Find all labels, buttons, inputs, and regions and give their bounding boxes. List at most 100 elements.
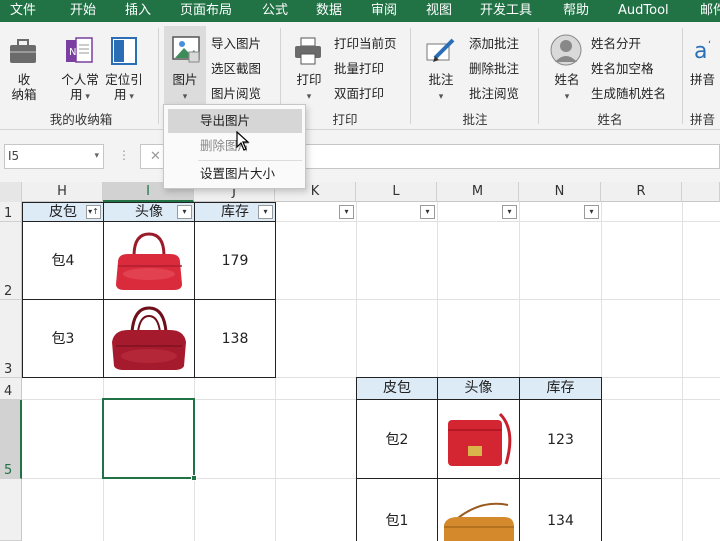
filter-dropdown-icon[interactable]: ▾ bbox=[339, 205, 354, 219]
chevron-down-icon: ▾ bbox=[82, 92, 90, 102]
maroon-handbag-image[interactable] bbox=[104, 300, 194, 377]
select-all-corner[interactable] bbox=[0, 182, 22, 202]
collect-box-button[interactable]: 收 纳箱 bbox=[6, 72, 42, 102]
row-header-5[interactable]: 5 bbox=[0, 400, 22, 479]
tab-help[interactable]: 帮助 bbox=[563, 0, 589, 22]
filter-dropdown-icon[interactable]: ▾ bbox=[420, 205, 435, 219]
column-header-h[interactable]: H bbox=[22, 182, 103, 202]
column-header-m[interactable]: M bbox=[437, 182, 519, 202]
collect-box-label: 收 纳箱 bbox=[11, 72, 37, 102]
filter-dropdown-icon[interactable]: ▾ bbox=[502, 205, 517, 219]
comment-button[interactable]: 批注 ▾ bbox=[420, 72, 462, 105]
split-name-button[interactable]: 姓名分开 bbox=[591, 36, 641, 52]
menu-item-set-picture-size[interactable]: 设置图片大小 bbox=[168, 162, 302, 186]
pinyin-button[interactable]: 拼音 bbox=[690, 72, 720, 87]
tab-insert[interactable]: 插入 bbox=[125, 0, 151, 22]
formula-bar: I5 ▾ ⋮ ✕ bbox=[0, 130, 720, 182]
name-add-space-button[interactable]: 姓名加空格 bbox=[591, 61, 654, 77]
group-label-my-box: 我的收纳箱 bbox=[49, 112, 113, 127]
table2-cell-image[interactable] bbox=[437, 478, 520, 541]
add-comment-button[interactable]: 添加批注 bbox=[469, 36, 519, 52]
tab-review[interactable]: 审阅 bbox=[371, 0, 397, 22]
tab-home[interactable]: 开始 bbox=[70, 0, 96, 22]
row-header-2[interactable]: 2 bbox=[0, 222, 22, 300]
row-header-4[interactable]: 4 bbox=[0, 378, 22, 400]
table2-header-avatar: 头像 bbox=[437, 377, 520, 400]
picture-menu-button[interactable]: 图片 ▾ bbox=[164, 72, 206, 105]
svg-text:N: N bbox=[69, 47, 76, 58]
table1-cell-stock[interactable]: 179 bbox=[194, 221, 276, 300]
batch-print-button[interactable]: 批量打印 bbox=[334, 61, 384, 77]
chevron-down-icon: ▾ bbox=[564, 92, 570, 102]
chevron-down-icon: ▾ bbox=[438, 92, 444, 102]
chevron-down-icon[interactable]: ▾ bbox=[94, 145, 99, 168]
tan-crossbody-bag-image[interactable] bbox=[438, 479, 519, 541]
group-separator bbox=[158, 28, 159, 124]
row-header-1[interactable]: 1 bbox=[0, 202, 22, 222]
table2-cell-name[interactable]: 包2 bbox=[356, 399, 438, 479]
locate-ref-icon bbox=[109, 36, 139, 69]
group-label-print: 打印 bbox=[332, 112, 358, 127]
sort-filter-icon[interactable]: ▾↑ bbox=[86, 205, 101, 219]
print-label: 打印 bbox=[296, 72, 322, 87]
locate-reference-label: 定位引 用 bbox=[105, 72, 143, 102]
tab-data[interactable]: 数据 bbox=[316, 0, 342, 22]
column-header-row: H I J K L M N R bbox=[0, 182, 720, 202]
personal-common-button[interactable]: 个人常 用 ▾ bbox=[56, 72, 104, 105]
print-button[interactable]: 打印 ▾ bbox=[288, 72, 330, 105]
tab-file[interactable]: 文件 bbox=[10, 0, 36, 22]
table2-cell-stock[interactable]: 134 bbox=[519, 478, 602, 541]
table1-cell-image[interactable] bbox=[103, 299, 195, 378]
pinyin-label: 拼音 bbox=[690, 72, 716, 87]
chevron-down-icon: ▾ bbox=[182, 92, 188, 102]
name-button[interactable]: 姓名 ▾ bbox=[546, 72, 588, 105]
tab-mail[interactable]: 邮件 bbox=[700, 0, 720, 22]
filter-dropdown-icon[interactable]: ▾ bbox=[258, 205, 273, 219]
table1-cell-name[interactable]: 包4 bbox=[22, 221, 104, 300]
red-handbag-image[interactable] bbox=[104, 222, 194, 299]
comment-browse-button[interactable]: 批注阅览 bbox=[469, 86, 519, 102]
import-picture-button[interactable]: 导入图片 bbox=[211, 36, 261, 52]
selected-cell-i5[interactable] bbox=[102, 398, 195, 479]
personal-common-label: 个人常 用 bbox=[61, 72, 99, 102]
random-name-button[interactable]: 生成随机姓名 bbox=[591, 86, 666, 102]
table1-cell-image[interactable] bbox=[103, 221, 195, 300]
column-header-next[interactable] bbox=[682, 182, 720, 202]
menu-item-export-picture[interactable]: 导出图片 bbox=[168, 109, 302, 133]
name-box[interactable]: I5 ▾ bbox=[4, 144, 104, 169]
pinyin-icon: aʻ bbox=[692, 34, 720, 69]
locate-reference-button[interactable]: 定位引 用 ▾ bbox=[100, 72, 148, 105]
red-chain-bag-image[interactable] bbox=[438, 400, 519, 478]
duplex-print-button[interactable]: 双面打印 bbox=[334, 86, 384, 102]
print-current-page-button[interactable]: 打印当前页 bbox=[334, 36, 397, 52]
menu-item-delete-picture[interactable]: 删除图片 bbox=[168, 134, 302, 158]
fill-handle[interactable] bbox=[191, 475, 197, 481]
cancel-edit-icon[interactable]: ✕ bbox=[150, 149, 161, 164]
filter-dropdown-icon[interactable]: ▾ bbox=[177, 205, 192, 219]
grid-line bbox=[682, 202, 683, 541]
table2-cell-stock[interactable]: 123 bbox=[519, 399, 602, 479]
tab-page-layout[interactable]: 页面布局 bbox=[180, 0, 232, 22]
mouse-cursor-icon bbox=[236, 130, 250, 154]
tab-view[interactable]: 视图 bbox=[426, 0, 452, 22]
more-options-icon[interactable]: ⋮ bbox=[118, 148, 130, 162]
tab-developer[interactable]: 开发工具 bbox=[480, 0, 532, 22]
menu-divider bbox=[198, 160, 302, 161]
tab-audtool[interactable]: AudTool bbox=[618, 0, 669, 22]
table2-header-stock: 库存 bbox=[519, 377, 602, 400]
delete-comment-button[interactable]: 删除批注 bbox=[469, 61, 519, 77]
filter-dropdown-icon[interactable]: ▾ bbox=[584, 205, 599, 219]
row-header-6[interactable] bbox=[0, 479, 22, 541]
comment-label: 批注 bbox=[428, 72, 454, 87]
table2-cell-image[interactable] bbox=[437, 399, 520, 479]
row-header-3[interactable]: 3 bbox=[0, 300, 22, 378]
table1-cell-stock[interactable]: 138 bbox=[194, 299, 276, 378]
tab-formulas[interactable]: 公式 bbox=[262, 0, 288, 22]
table1-cell-name[interactable]: 包3 bbox=[22, 299, 104, 378]
column-header-n[interactable]: N bbox=[519, 182, 601, 202]
column-header-r[interactable]: R bbox=[601, 182, 682, 202]
column-header-l[interactable]: L bbox=[356, 182, 437, 202]
picture-browse-button[interactable]: 图片阅览 bbox=[211, 86, 261, 102]
table2-cell-name[interactable]: 包1 bbox=[356, 478, 438, 541]
crop-selection-button[interactable]: 选区截图 bbox=[211, 61, 261, 77]
